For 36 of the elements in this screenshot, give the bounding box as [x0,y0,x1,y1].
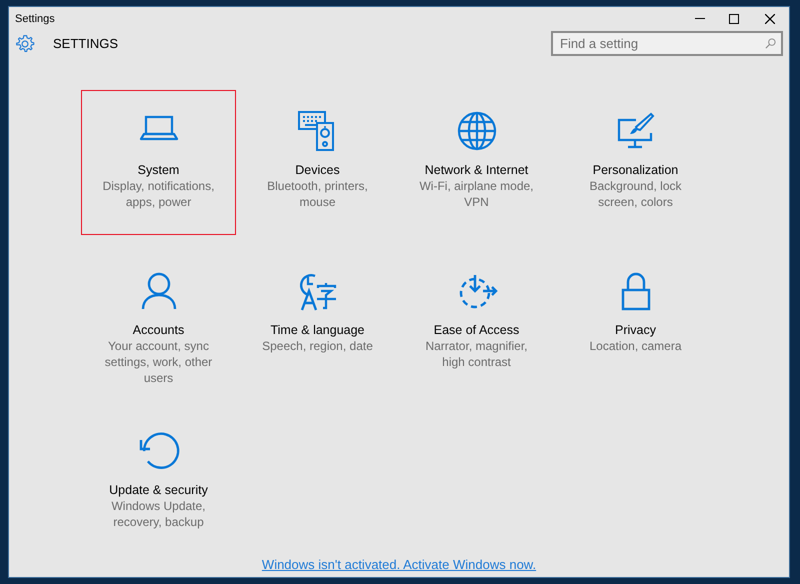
category-tile[interactable]: Devices Bluetooth, printers, mouse [240,90,395,235]
category-tile[interactable]: Time & language Speech, region, date [240,250,395,395]
category-title: System [138,162,180,178]
category-description: Display, notifications, apps, power [102,178,216,210]
category-description: Location, camera [588,338,683,354]
page-title: SETTINGS [53,34,118,53]
category-title: Devices [295,162,340,178]
minimize-icon [695,18,705,20]
activation-link[interactable]: Windows isn't activated. Activate Windows now. [262,555,536,574]
maximize-icon [729,14,739,24]
category-tile[interactable]: Ease of Access Narrator, magnifier, high contrast [399,250,554,395]
search-field[interactable]: Find a setting [551,31,783,56]
category-title: Time & language [270,322,365,338]
category-description: Speech, region, date [261,338,374,354]
category-description: Your account, sync settings, work, other users [104,338,214,386]
search-icon [765,38,776,49]
category-tile[interactable]: Privacy Location, camera [558,250,713,395]
category-description: Windows Update, recovery, backup [110,498,207,530]
category-title: Privacy [615,322,656,338]
category-description: Background, lock screen, colors [588,178,683,210]
category-description: Narrator, magnifier, high contrast [424,338,529,370]
category-description: Wi-Fi, airplane mode, VPN [418,178,535,210]
category-title: Accounts [132,322,184,338]
window-title: Settings [15,12,55,27]
category-tile[interactable]: Accounts Your account, sync settings, work, other users [81,250,236,395]
close-icon [765,14,775,24]
category-tile[interactable]: Update & security Windows Update, recovery, backup [81,410,236,555]
category-tile[interactable]: Network & Internet Wi-Fi, airplane mode, VPN [399,90,554,235]
category-title: Update & security [109,482,208,498]
category-title: Personalization [592,162,678,178]
category-tile[interactable]: System Display, notifications, apps, power [81,90,236,235]
category-title: Ease of Access [434,322,520,338]
category-description: Bluetooth, printers, mouse [266,178,369,210]
category-title: Network & Internet [424,162,528,178]
category-tile[interactable]: Personalization Background, lock screen, colors [558,90,713,235]
settings-icon [15,34,35,54]
